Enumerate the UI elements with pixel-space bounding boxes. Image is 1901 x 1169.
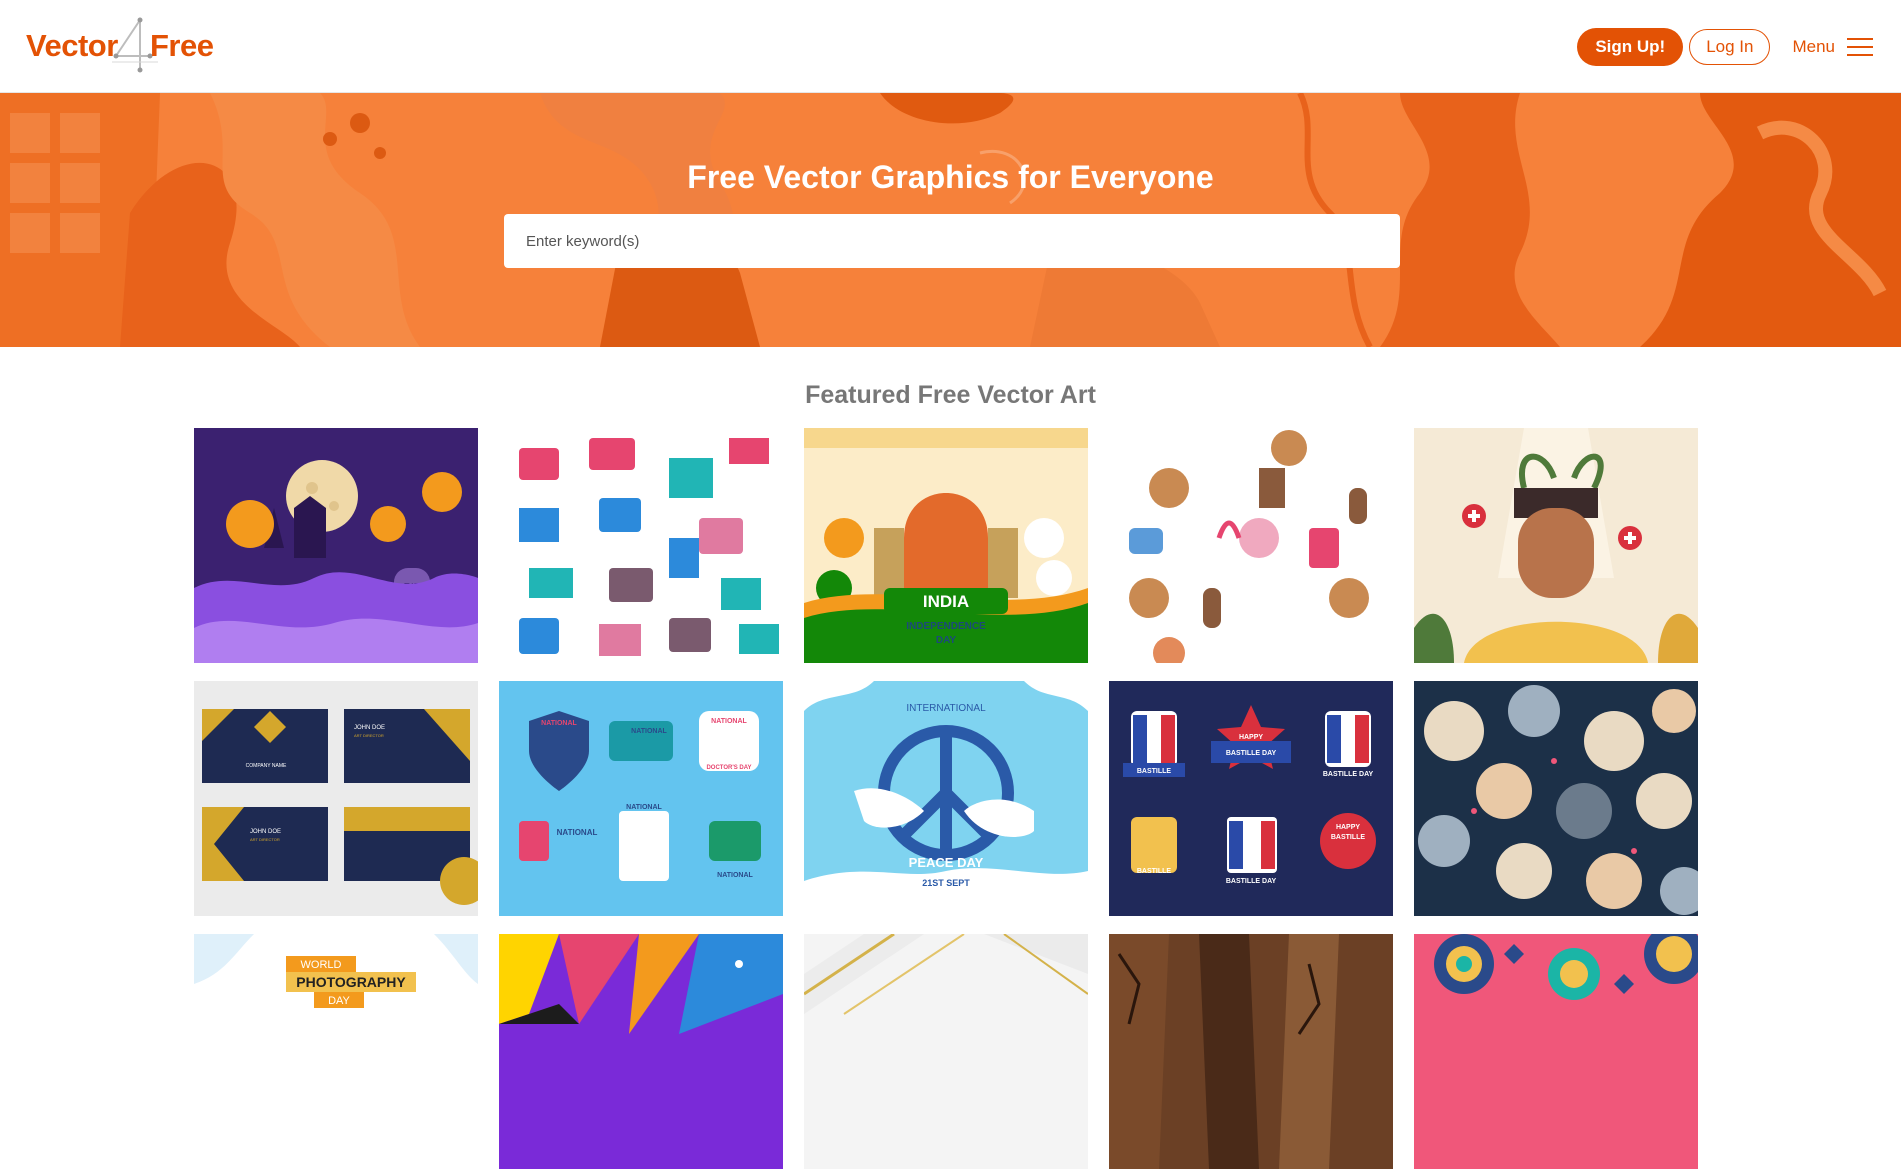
happy-text-1: HAPPY [1239,734,1263,741]
independence-text: INDEPENDENCE [906,621,986,632]
bastille-text-3: BASTILLE [1331,834,1366,841]
card-business-cards[interactable]: COMPANY NAME JOHN DOE ART DIRECTOR JOHN … [194,681,478,916]
mandala-pattern-illustration [1414,934,1698,1169]
bastille-day-text-1: BASTILLE DAY [1226,750,1277,757]
card-world-photography-day[interactable]: WORLD PHOTOGRAPHY DAY [194,934,478,1169]
company-name-text: COMPANY NAME [246,763,287,769]
vector4free-logo[interactable]: Vector Free [26,17,226,73]
national-text-5: NATIONAL [626,804,662,811]
happy-text-2: HAPPY [1336,824,1360,831]
national-text-6: NATIONAL [717,872,753,879]
bears-pattern-illustration [1414,681,1698,916]
bastille-day-illustration: BASTILLE HAPPY BASTILLE DAY BASTILLE DAY… [1109,681,1393,916]
bastille-day-text-2: BASTILLE DAY [1323,771,1374,778]
logo-text-free: Free [150,28,214,63]
card-bags-pattern[interactable] [499,428,783,663]
login-button[interactable]: Log In [1689,29,1771,65]
art-director-text-1: ART DIRECTOR [354,733,384,738]
hero-title: Free Vector Graphics for Everyone [687,159,1214,195]
sept-text: 21ST SEPT [922,878,970,888]
comic-background-illustration [499,934,783,1169]
wood-texture-illustration [1109,934,1393,1169]
peace-day-illustration: INTERNATIONAL PEACE DAY 21ST SEPT [804,681,1088,916]
card-man-portrait[interactable] [1414,428,1698,663]
card-india-independence[interactable]: INDIA INDEPENDENCE DAY [804,428,1088,663]
doctors-day-illustration: NATIONAL NATIONAL NATIONAL DOCTOR'S DAY … [499,681,783,916]
world-photography-day-illustration: WORLD PHOTOGRAPHY DAY [194,934,478,1169]
card-bears-pattern[interactable] [1414,681,1698,916]
card-white-gold-background[interactable] [804,934,1088,1169]
signup-button[interactable]: Sign Up! [1577,28,1684,66]
international-text: INTERNATIONAL [906,703,986,714]
hamburger-menu-icon [1847,38,1873,56]
logo-text-vector: Vector [26,28,118,63]
john-doe-text-2: JOHN DOE [250,829,281,835]
card-comic-background[interactable] [499,934,783,1169]
menu-label: Menu [1792,37,1835,56]
photography-text: PHOTOGRAPHY [296,974,406,990]
peace-day-text: PEACE DAY [909,855,984,870]
sweets-pattern-illustration [1109,428,1393,663]
halloween-illustration: RIP [194,428,478,663]
world-text: WORLD [301,959,342,971]
business-cards-illustration: COMPANY NAME JOHN DOE ART DIRECTOR JOHN … [194,681,478,916]
art-director-text-2: ART DIRECTOR [250,837,280,842]
site-header: Vector Free Sign Up! Log In Menu [0,0,1901,93]
bags-pattern-illustration [499,428,783,663]
national-text-2: NATIONAL [631,728,667,735]
menu-toggle[interactable]: Menu [1792,37,1873,57]
national-text-4: NATIONAL [557,828,598,837]
card-doctors-day[interactable]: NATIONAL NATIONAL NATIONAL DOCTOR'S DAY … [499,681,783,916]
india-independence-illustration: INDIA INDEPENDENCE DAY [804,428,1088,663]
featured-grid: RIP [194,428,1698,1169]
search-input[interactable] [504,214,1400,268]
card-peace-day[interactable]: INTERNATIONAL PEACE DAY 21ST SEPT [804,681,1088,916]
card-sweets-pattern[interactable] [1109,428,1393,663]
bastille-text-1: BASTILLE [1137,768,1172,775]
doctors-day-text-1: DOCTOR'S DAY [706,765,751,771]
hero-banner: Free Vector Graphics for Everyone [0,93,1901,347]
card-wood-texture[interactable] [1109,934,1393,1169]
header-actions: Sign Up! Log In Menu [1577,28,1873,66]
photo-day-text: DAY [328,995,350,1007]
day-text: DAY [936,635,957,646]
card-bastille-day[interactable]: BASTILLE HAPPY BASTILLE DAY BASTILLE DAY… [1109,681,1393,916]
featured-section-title: Featured Free Vector Art [805,381,1096,409]
bastille-day-text-3: BASTILLE DAY [1226,878,1277,885]
national-text-3: NATIONAL [711,718,747,725]
national-text-1: NATIONAL [541,720,577,727]
bastille-text-2: BASTILLE [1137,868,1172,875]
white-gold-background-illustration [804,934,1088,1169]
india-text: INDIA [923,592,969,611]
john-doe-text-1: JOHN DOE [354,725,385,731]
card-halloween[interactable]: RIP [194,428,478,663]
card-mandala-pattern[interactable] [1414,934,1698,1169]
man-portrait-illustration [1414,428,1698,663]
